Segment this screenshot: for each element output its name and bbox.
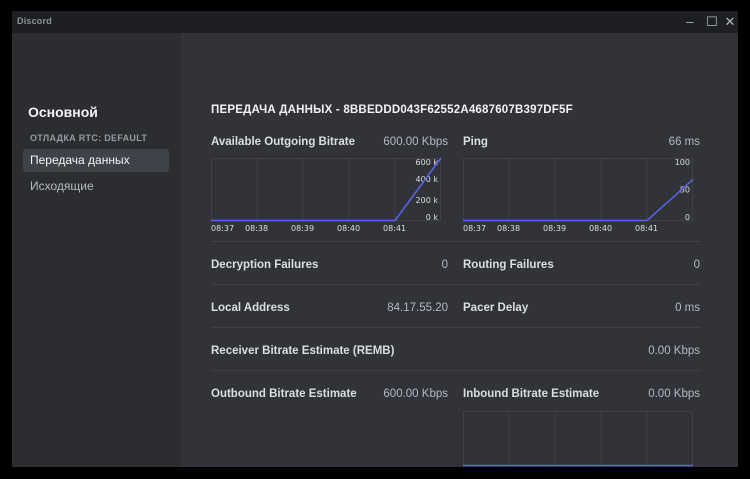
chart-frame — [211, 158, 441, 221]
outbound-estimate-value: 600.00 Kbps — [383, 388, 448, 400]
close-button[interactable]: ✕ — [718, 11, 738, 33]
x-tick-label: 08:37 — [211, 224, 234, 233]
inbound-estimate-label: Inbound Bitrate Estimate — [463, 388, 600, 400]
local-address-value: 84.17.55.20 — [387, 302, 448, 314]
outgoing-bitrate-chart-svg: 600 k400 k200 k0 k08:37 08:38 08:39 08:40 08… — [211, 157, 442, 233]
x-tick-label: 08:39 — [543, 224, 566, 233]
x-tick-label: 08:40 — [589, 224, 612, 233]
app-window: Discord – ☐ ✕ Основной ОТЛАДКА RTC: DEFA… — [12, 11, 738, 467]
ping-chart-svg: 10050008:37 08:38 08:39 08:40 08:41 — [463, 158, 694, 233]
chart-frame — [463, 411, 693, 466]
inbound-estimate-chart — [463, 410, 703, 467]
x-tick-label: 08:38 — [497, 224, 520, 233]
page-title: ПЕРЕДАЧА ДАННЫХ - 8BBEDDD043F62552A46876… — [211, 104, 573, 116]
title-bar: Discord – ☐ ✕ — [12, 11, 738, 33]
series-line — [463, 178, 694, 222]
decryption-failures-value: 0 — [441, 259, 448, 271]
outgoing-bitrate-value: 600.00 Kbps — [383, 136, 448, 148]
outgoing-bitrate-label: Available Outgoing Bitrate — [211, 136, 355, 148]
sidebar: Основной ОТЛАДКА RTC: DEFAULT Передача д… — [12, 33, 181, 467]
pacer-delay-label: Pacer Delay — [463, 302, 529, 314]
sidebar-title: Основной — [28, 104, 98, 120]
x-tick-label: 08:37 — [463, 224, 486, 233]
remb-value: 0.00 Kbps — [648, 345, 700, 357]
ping-label: Ping — [463, 136, 488, 148]
sidebar-item-transfer[interactable]: Передача данных — [23, 149, 169, 172]
routing-failures-value: 0 — [693, 259, 700, 271]
x-tick-label: 08:39 — [291, 224, 314, 233]
ping-chart: 100 50 0 08:37 08:38 08:39 08:40 08:41 — [463, 157, 703, 237]
remb-label: Receiver Bitrate Estimate (REMB) — [211, 345, 395, 357]
main-content: ПЕРЕДАЧА ДАННЫХ - 8BBEDDD043F62552A46876… — [181, 33, 738, 467]
divider — [211, 370, 701, 371]
inbound-estimate-chart-svg — [463, 411, 693, 467]
y-tick-label: 100 — [675, 158, 690, 167]
x-tick-label: 08:41 — [635, 224, 658, 233]
minimize-button[interactable]: – — [678, 11, 702, 33]
x-tick-label: 08:41 — [383, 224, 406, 233]
divider — [211, 241, 701, 242]
inbound-estimate-value: 0.00 Kbps — [648, 388, 700, 400]
y-tick-label: 0 k — [426, 213, 439, 222]
routing-failures-label: Routing Failures — [463, 259, 554, 271]
ping-value: 66 ms — [668, 136, 700, 148]
x-tick-label: 08:40 — [337, 224, 360, 233]
x-tick-label: 08:38 — [245, 224, 268, 233]
y-tick-label: 0 — [685, 213, 690, 222]
sidebar-item-outgoing[interactable]: Исходящие — [23, 175, 169, 198]
outbound-estimate-label: Outbound Bitrate Estimate — [211, 388, 357, 400]
series-line — [211, 157, 442, 222]
decryption-failures-label: Decryption Failures — [211, 259, 319, 271]
outgoing-bitrate-chart: 600 k 400 k 200 k0 k 08:37 08:38 08:39 08:40 08… — [211, 157, 451, 237]
pacer-delay-value: 0 ms — [675, 302, 700, 314]
divider — [211, 327, 701, 328]
app-title: Discord — [17, 16, 52, 26]
sidebar-section-header: ОТЛАДКА RTC: DEFAULT — [30, 133, 148, 143]
y-tick-label: 200 k — [416, 196, 439, 205]
local-address-label: Local Address — [211, 302, 290, 314]
divider — [211, 284, 701, 285]
